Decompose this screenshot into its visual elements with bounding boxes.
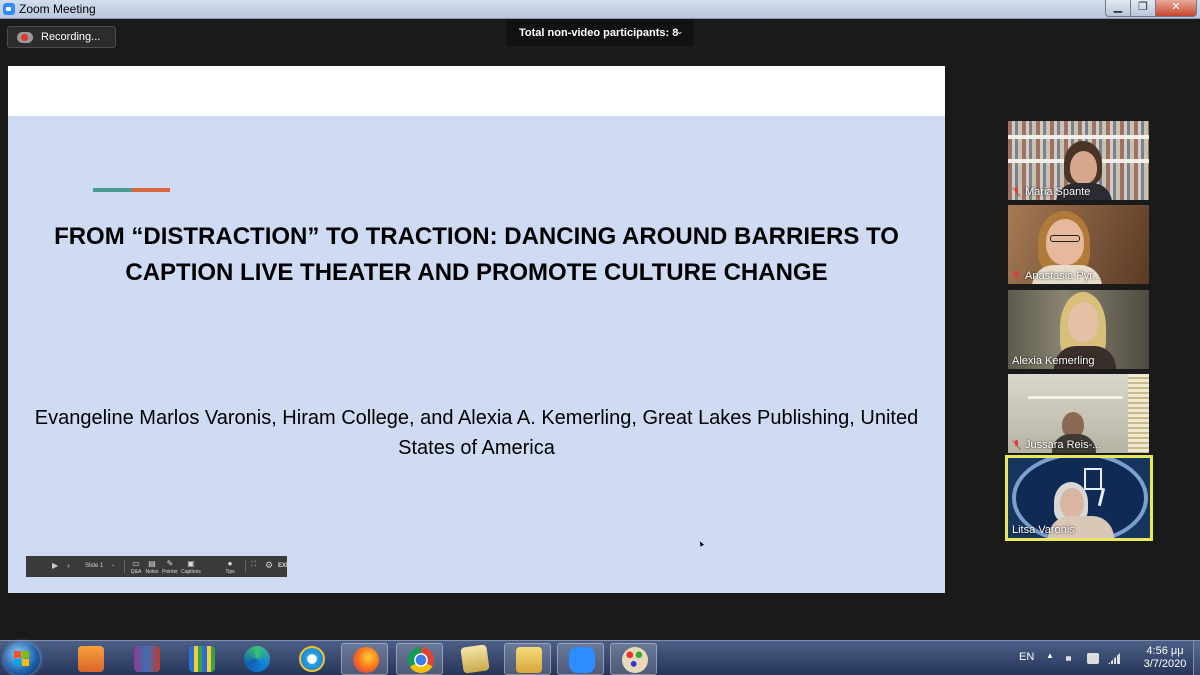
- taskbar-winrar[interactable]: [123, 643, 170, 675]
- books-icon: [189, 646, 215, 672]
- language-indicator[interactable]: EN: [1019, 651, 1034, 675]
- windows-logo-icon: [14, 651, 30, 667]
- gear-icon[interactable]: ⚙: [265, 560, 273, 581]
- slideshow-toolbar: ▶ › Slide 1 ⌄ ▭ Q&A ▤ Notes ✎ Pointer ▣ Capt…: [26, 556, 291, 577]
- window-title-bar: Zoom Meeting ▁ ❐ ✕: [0, 0, 1200, 19]
- video-tile-maria-spante[interactable]: Maria Spante: [1008, 121, 1149, 200]
- notes-icon: ▤: [148, 559, 156, 568]
- video-tile-jussara[interactable]: Jussara Reis-...: [1008, 374, 1149, 453]
- video-tile-litsa-varonis-active-speaker[interactable]: Litsa Varonis: [1005, 455, 1153, 541]
- muted-microphone-icon: [1012, 271, 1021, 281]
- pointer-icon: ✎: [166, 559, 174, 568]
- chrome-icon: [408, 647, 434, 673]
- firefox-icon: [353, 647, 379, 673]
- window-title: Zoom Meeting: [19, 2, 96, 16]
- notes-button[interactable]: ▤ Notes: [144, 556, 160, 577]
- taskbar-paint[interactable]: [610, 643, 657, 675]
- participant-name: Jussara Reis-...: [1025, 439, 1102, 451]
- light-fixture: [1028, 396, 1123, 399]
- toolbar-divider: [124, 560, 125, 573]
- slide-selector-chevron-icon[interactable]: ⌄: [111, 562, 115, 583]
- winrar-icon: [134, 646, 160, 672]
- captions-label: Captions: [181, 569, 201, 575]
- recording-indicator[interactable]: Recording...: [7, 26, 116, 48]
- chat-icon: ▭: [132, 559, 140, 568]
- qa-label: Q&A: [130, 569, 142, 575]
- taskbar-zoom[interactable]: [557, 643, 604, 675]
- clock-date: 3/7/2020: [1143, 658, 1187, 670]
- pointer-label: Pointer: [162, 569, 178, 575]
- windows-taskbar: EN ▲ 4:56 μμ 3/7/2020: [0, 640, 1200, 675]
- shelf: [1008, 135, 1149, 139]
- muted-microphone-icon: [1012, 187, 1021, 197]
- taskbar-books[interactable]: [178, 643, 225, 675]
- folder-icon: [516, 647, 542, 673]
- exit-button[interactable]: EXIT: [278, 563, 291, 584]
- recording-label: Recording...: [41, 31, 101, 43]
- image-viewer-icon: [460, 644, 490, 674]
- non-video-participants-button[interactable]: Total non-video participants: 8 ⌄: [506, 19, 694, 46]
- curtain: [1128, 374, 1149, 453]
- flag-notifications-icon[interactable]: [1087, 653, 1099, 664]
- pointer-button[interactable]: ✎ Pointer: [162, 556, 178, 577]
- logo-door-shape: [1084, 468, 1102, 490]
- media-player-icon: [78, 646, 104, 672]
- shared-screen-slide: FROM “DISTRACTION” TO TRACTION: DANCING …: [8, 66, 945, 593]
- taskbar-image-viewer[interactable]: [451, 643, 498, 675]
- system-clock[interactable]: 4:56 μμ 3/7/2020: [1134, 645, 1196, 675]
- tips-icon: ●: [227, 559, 233, 568]
- fullscreen-icon[interactable]: ⛶: [251, 561, 256, 582]
- qa-button[interactable]: ▭ Q&A: [129, 556, 143, 577]
- taskbar-edge[interactable]: [233, 643, 280, 675]
- show-desktop-button[interactable]: [1193, 641, 1200, 675]
- participant-name: Maria Spante: [1025, 186, 1091, 198]
- next-slide-icon[interactable]: ›: [67, 561, 70, 582]
- minimize-button[interactable]: ▁: [1105, 0, 1131, 17]
- slide-accent-bar: [93, 188, 170, 192]
- network-signal-icon[interactable]: [1108, 653, 1120, 664]
- zoom-icon: [569, 647, 595, 673]
- video-tile-anastasia[interactable]: Anastasia Pyr...: [1008, 205, 1149, 284]
- slide-authors: Evangeline Marlos Varonis, Hiram College…: [34, 407, 919, 459]
- tips-label: Tips: [225, 569, 235, 575]
- zoom-app-icon: [3, 3, 15, 15]
- participant-face: [1068, 302, 1098, 342]
- captions-button[interactable]: ▣ Captions: [180, 556, 202, 577]
- taskbar-media-player[interactable]: [67, 643, 114, 675]
- taskbar-file-explorer[interactable]: [504, 643, 551, 675]
- participant-face: [1060, 488, 1084, 518]
- glasses: [1050, 235, 1080, 242]
- edge-icon: [244, 646, 270, 672]
- taskbar-firefox[interactable]: [341, 643, 388, 675]
- close-button[interactable]: ✕: [1155, 0, 1197, 17]
- start-button[interactable]: [4, 642, 40, 675]
- internet-explorer-icon: [299, 646, 325, 672]
- slide-title: FROM “DISTRACTION” TO TRACTION: DANCING …: [54, 223, 899, 286]
- participant-face: [1070, 151, 1097, 184]
- show-hidden-icons-button[interactable]: ▲: [1046, 651, 1054, 675]
- participant-face: [1046, 219, 1084, 265]
- participant-name: Litsa Varonis: [1012, 524, 1075, 536]
- volume-icon[interactable]: [1066, 653, 1076, 664]
- video-tile-alexia-kemerling[interactable]: Alexia Kemerling: [1008, 290, 1149, 369]
- clock-time: 4:56 μμ: [1146, 645, 1184, 657]
- toolbar-divider: [245, 560, 246, 573]
- tips-button[interactable]: ● Tips: [223, 556, 237, 577]
- maximize-button[interactable]: ❐: [1130, 0, 1156, 17]
- play-icon[interactable]: ▶: [52, 561, 58, 582]
- taskbar-internet-explorer[interactable]: [288, 643, 335, 675]
- participant-name: Anastasia Pyr...: [1025, 270, 1102, 282]
- captions-icon: ▣: [187, 559, 195, 568]
- slide-selector[interactable]: Slide 1: [85, 563, 103, 584]
- paint-icon: [622, 647, 648, 673]
- taskbar-chrome[interactable]: [396, 643, 443, 675]
- non-video-participants-label: Total non-video participants: 8: [519, 27, 679, 39]
- slide-header-band: [8, 66, 945, 116]
- cloud-recording-icon: [17, 32, 33, 43]
- chevron-down-icon: ⌄: [676, 26, 684, 36]
- notes-label: Notes: [145, 569, 159, 575]
- participant-name: Alexia Kemerling: [1012, 355, 1095, 367]
- muted-microphone-icon: [1012, 440, 1021, 450]
